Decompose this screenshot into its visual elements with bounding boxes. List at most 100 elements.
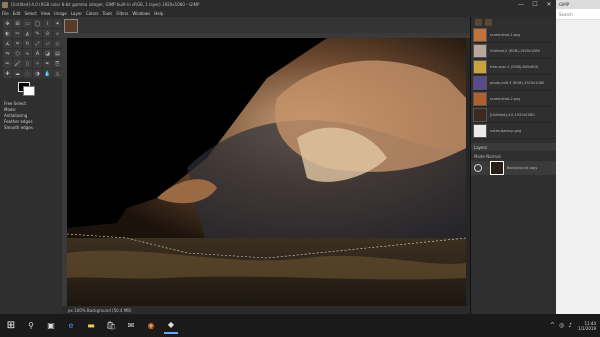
menu-view[interactable]: View: [41, 11, 51, 16]
menu-colors[interactable]: Colors: [86, 11, 99, 16]
menu-help[interactable]: Help: [154, 11, 163, 16]
pencil-icon[interactable]: ✏: [3, 59, 12, 68]
list-item[interactable]: notes-backup.png: [473, 123, 555, 139]
scale-icon[interactable]: ⤢: [33, 39, 42, 48]
document-name: [Untitled]-4.0-1920x1080: [490, 112, 535, 117]
windows-start-icon[interactable]: ⊞: [4, 319, 18, 333]
tool-option-smooth[interactable]: Smooth edges: [4, 125, 58, 131]
color-picker-icon[interactable]: ⊙: [43, 29, 52, 38]
menu-edit[interactable]: Edit: [13, 11, 21, 16]
rect-select-icon[interactable]: ▭: [23, 19, 32, 28]
browser-tab[interactable]: GIMP: [556, 0, 600, 9]
paintbrush-icon[interactable]: 🖌: [13, 59, 22, 68]
list-item[interactable]: Untitled-2 (RGB)-1920x1080: [473, 43, 555, 59]
paths-icon[interactable]: ✎: [33, 29, 42, 38]
rotate-icon[interactable]: ↻: [23, 39, 32, 48]
tool-options-panel: Free Select Mode: Antialiasing Feather e…: [0, 100, 62, 132]
menu-layer[interactable]: Layer: [71, 11, 82, 16]
menu-windows[interactable]: Windows: [132, 11, 150, 16]
color-select-icon[interactable]: ◐: [3, 29, 12, 38]
dodge-icon[interactable]: ◑: [33, 69, 42, 78]
menu-select[interactable]: Select: [24, 11, 36, 16]
perspective-icon[interactable]: ◇: [53, 39, 62, 48]
fuzzy-select-icon[interactable]: ✦: [53, 19, 62, 28]
canvas-area: px 100% Background (50.4 MB): [62, 17, 470, 314]
crop-icon[interactable]: ⌗: [13, 39, 22, 48]
eraser-icon[interactable]: ▯: [23, 59, 32, 68]
mail-icon[interactable]: ✉: [124, 319, 138, 333]
browser-window-edge: GIMP Search: [556, 0, 600, 314]
free-select-icon[interactable]: ⌇: [43, 19, 52, 28]
ink-icon[interactable]: ✒: [43, 59, 52, 68]
document-thumbnail: [473, 91, 487, 106]
browser-tab-label: GIMP: [559, 2, 570, 7]
document-name: notes-backup.png: [490, 128, 522, 133]
close-button[interactable]: ✕: [542, 0, 556, 9]
smudge-icon[interactable]: ☁: [13, 69, 22, 78]
chevron-up-icon[interactable]: ^: [550, 322, 555, 329]
file-explorer-icon[interactable]: ▬: [84, 319, 98, 333]
background-color-swatch[interactable]: [23, 86, 35, 96]
blur-icon[interactable]: ◌: [23, 69, 32, 78]
list-item[interactable]: tree-scan-1 (RGB)-800x600: [473, 59, 555, 75]
eye-visibility-icon[interactable]: [474, 164, 482, 172]
store-icon[interactable]: 🛍: [104, 319, 118, 333]
heal-icon[interactable]: ✚: [3, 69, 12, 78]
list-item[interactable]: [Untitled]-4.0-1920x1080: [473, 107, 555, 123]
edge-browser-icon[interactable]: e: [64, 319, 78, 333]
task-view-icon[interactable]: ▣: [44, 319, 58, 333]
document-name: Untitled-2 (RGB)-1920x1080: [490, 48, 540, 53]
maximize-button[interactable]: ☐: [528, 0, 542, 9]
documents-tab-icon[interactable]: [485, 18, 492, 26]
document-name: screenshot-2.png: [490, 96, 521, 101]
menu-tools[interactable]: Tools: [103, 11, 113, 16]
image-canvas[interactable]: [67, 38, 466, 312]
right-dock: screenshot-1.png Untitled-2 (RGB)-1920x1…: [470, 17, 557, 314]
tool-grid: ✥ ⊞ ▭ ◯ ⌇ ✦ ◐ ✂ ◭ ✎ ⊙ ⌕ ∡ ⌗ ↻ ⤢ ▱ ◇ ⇋ ⬡ …: [0, 17, 62, 80]
menu-filters[interactable]: Filters: [116, 11, 128, 16]
system-tray: ^ ◎ ♪ 11:44 1/1/2019: [546, 321, 596, 331]
text-icon[interactable]: A: [33, 49, 42, 58]
layer-mode-select[interactable]: Mode Normal: [471, 151, 557, 161]
volume-icon[interactable]: ♪: [568, 322, 572, 329]
droplet-icon[interactable]: 💧: [43, 69, 52, 78]
measure-icon[interactable]: ∡: [3, 39, 12, 48]
image-tab-thumbnail[interactable]: [64, 19, 78, 33]
status-text: px 100% Background (50.4 MB): [68, 307, 132, 313]
bucket-fill-icon[interactable]: ◪: [43, 49, 52, 58]
airbrush-icon[interactable]: ✧: [33, 59, 42, 68]
clock[interactable]: 11:44 1/1/2019: [578, 321, 596, 331]
zoom-icon[interactable]: ⌕: [53, 29, 62, 38]
network-icon[interactable]: ◎: [559, 322, 564, 329]
document-name: screenshot-1.png: [490, 32, 521, 37]
layer-row[interactable]: Background copy: [471, 161, 557, 175]
search-icon[interactable]: ⚲: [24, 319, 38, 333]
layers-panel-header: Layers: [471, 143, 557, 151]
gimp-taskbar-icon[interactable]: ◆: [164, 318, 178, 334]
gradient-icon[interactable]: ▤: [53, 49, 62, 58]
list-item[interactable]: screenshot-1.png: [473, 27, 555, 43]
cage-icon[interactable]: ⬡: [13, 49, 22, 58]
clone-icon[interactable]: ⎘: [53, 59, 62, 68]
layer-name[interactable]: Background copy: [507, 166, 537, 170]
move-tool-icon[interactable]: ✥: [3, 19, 12, 28]
menu-image[interactable]: Image: [54, 11, 67, 16]
toolbox-panel: ✥ ⊞ ▭ ◯ ⌇ ✦ ◐ ✂ ◭ ✎ ⊙ ⌕ ∡ ⌗ ↻ ⤢ ▱ ◇ ⇋ ⬡ …: [0, 17, 63, 314]
dock-tabs: [471, 17, 557, 27]
browser-search-hint[interactable]: Search: [559, 12, 573, 17]
scissors-icon[interactable]: ✂: [13, 29, 22, 38]
warp-icon[interactable]: ≈: [23, 49, 32, 58]
ellipse-select-icon[interactable]: ◯: [33, 19, 42, 28]
minimize-button[interactable]: —: [514, 0, 528, 9]
foreground-select-icon[interactable]: ◭: [23, 29, 32, 38]
gimp-app-icon: [2, 1, 8, 8]
sharpen-icon[interactable]: △: [53, 69, 62, 78]
align-tool-icon[interactable]: ⊞: [13, 19, 22, 28]
images-tab-icon[interactable]: [475, 18, 482, 26]
firefox-icon[interactable]: ◉: [144, 319, 158, 333]
list-item[interactable]: photo-edit 4 (RGB)-1920x1080: [473, 75, 555, 91]
list-item[interactable]: screenshot-2.png: [473, 91, 555, 107]
shear-icon[interactable]: ▱: [43, 39, 52, 48]
flip-icon[interactable]: ⇋: [3, 49, 12, 58]
menu-file[interactable]: File: [2, 11, 9, 16]
